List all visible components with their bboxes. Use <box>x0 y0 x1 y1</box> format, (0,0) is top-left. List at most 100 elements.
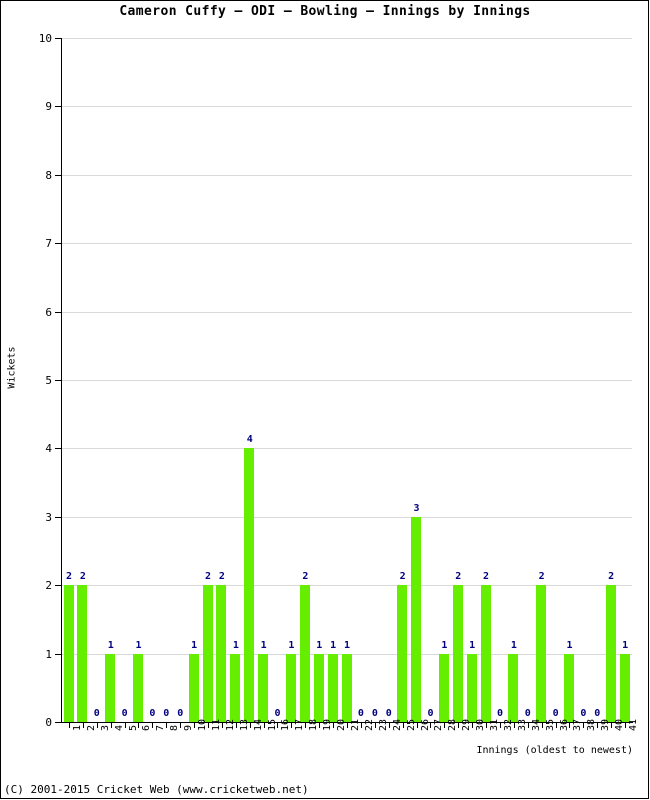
bar[interactable] <box>605 585 616 722</box>
bar-slot[interactable]: 0 <box>145 38 159 722</box>
bar-slot[interactable]: 4 <box>243 38 257 722</box>
x-axis-tick-label: 17 <box>294 718 306 731</box>
bar-slot[interactable]: 0 <box>368 38 382 722</box>
bar-slot[interactable]: 0 <box>354 38 368 722</box>
bar-slot[interactable]: 0 <box>159 38 173 722</box>
bar-slot[interactable]: 1 <box>465 38 479 722</box>
bar-slot[interactable]: 0 <box>118 38 132 722</box>
bar-slot[interactable]: 0 <box>271 38 285 722</box>
bar[interactable] <box>244 448 255 722</box>
bar-slot[interactable]: 2 <box>62 38 76 722</box>
bar[interactable] <box>105 653 116 722</box>
bar-slot[interactable]: 0 <box>590 38 604 722</box>
bar-slot[interactable]: 2 <box>479 38 493 722</box>
x-axis-tick-label: 40 <box>614 718 626 731</box>
y-axis-tick-label: 7 <box>45 237 52 251</box>
bar-slot[interactable]: 1 <box>284 38 298 722</box>
bar-slot[interactable]: 2 <box>451 38 465 722</box>
bar[interactable] <box>563 653 574 722</box>
bar[interactable] <box>536 585 547 722</box>
bar[interactable] <box>480 585 491 722</box>
bar-slot[interactable]: 1 <box>132 38 146 722</box>
bar-slot[interactable]: 2 <box>76 38 90 722</box>
bar-slot[interactable]: 1 <box>187 38 201 722</box>
bar-slot[interactable]: 1 <box>326 38 340 722</box>
bar[interactable] <box>466 653 477 722</box>
x-axis-tick <box>291 723 292 728</box>
bar-slot[interactable]: 0 <box>423 38 437 722</box>
bar[interactable] <box>619 653 630 722</box>
y-axis-tick-label: 1 <box>45 647 52 661</box>
x-axis-tick <box>305 723 306 728</box>
x-axis-tick-label: 29 <box>461 718 473 731</box>
bar[interactable] <box>508 653 519 722</box>
x-axis-tick-label: 9 <box>183 724 195 731</box>
y-axis-tick <box>55 448 62 450</box>
bar[interactable] <box>397 585 408 722</box>
bar[interactable] <box>63 585 74 722</box>
bar-slot[interactable]: 1 <box>340 38 354 722</box>
x-axis-tick <box>597 723 598 728</box>
bar[interactable] <box>216 585 227 722</box>
bar-slot[interactable]: 2 <box>201 38 215 722</box>
bar[interactable] <box>133 653 143 722</box>
bar[interactable] <box>77 585 88 722</box>
x-axis-tick <box>611 723 612 728</box>
bar-slot[interactable]: 0 <box>549 38 563 722</box>
bar[interactable] <box>452 585 463 722</box>
bar-slot[interactable]: 2 <box>215 38 229 722</box>
bar-slot[interactable]: 1 <box>104 38 118 722</box>
bar-slot[interactable]: 2 <box>298 38 312 722</box>
x-axis-tick-label: 12 <box>224 718 236 731</box>
y-axis-tick <box>55 516 62 518</box>
bar-slot[interactable]: 3 <box>410 38 424 722</box>
bar-slot[interactable]: 1 <box>437 38 451 722</box>
bar[interactable] <box>341 653 352 722</box>
bar-slot[interactable]: 0 <box>493 38 507 722</box>
x-axis-tick <box>347 723 348 728</box>
bar-slot[interactable]: 1 <box>257 38 271 722</box>
x-axis-tick-label: 3 <box>99 724 111 731</box>
x-axis-tick-label: 13 <box>238 718 250 731</box>
bar[interactable] <box>258 653 269 722</box>
bar[interactable] <box>202 585 213 722</box>
x-axis-tick-label: 31 <box>489 718 501 731</box>
bar-slot[interactable]: 1 <box>618 38 632 722</box>
bar[interactable] <box>285 653 296 722</box>
bar-slot[interactable]: 1 <box>229 38 243 722</box>
x-axis-tick-label: 18 <box>308 718 320 731</box>
bar-slot[interactable]: 0 <box>90 38 104 722</box>
bar[interactable] <box>438 653 449 722</box>
y-axis-tick-label: 10 <box>38 32 52 45</box>
x-axis-tick-label: 24 <box>391 718 403 731</box>
bar[interactable] <box>411 516 422 722</box>
x-axis-tick-label: 4 <box>113 724 125 731</box>
x-axis-tick <box>556 723 557 728</box>
bar[interactable] <box>327 653 338 722</box>
bar-slot[interactable]: 2 <box>396 38 410 722</box>
bar-slot[interactable]: 1 <box>312 38 326 722</box>
bar-slot[interactable]: 0 <box>382 38 396 722</box>
x-axis-tick-label: 21 <box>350 718 361 731</box>
bar-slot[interactable]: 0 <box>173 38 187 722</box>
bar-slot[interactable]: 0 <box>521 38 535 722</box>
x-axis-tick-label: 1 <box>71 724 83 731</box>
bar[interactable] <box>230 653 241 722</box>
bar-slot[interactable]: 2 <box>604 38 618 722</box>
bar-slot[interactable]: 1 <box>562 38 576 722</box>
x-axis-tick <box>166 723 167 728</box>
copyright-notice: (C) 2001-2015 Cricket Web (www.cricketwe… <box>4 783 309 796</box>
bar-slot[interactable]: 2 <box>535 38 549 722</box>
x-axis-tick <box>97 723 98 728</box>
x-axis-tick-label: 14 <box>252 718 264 731</box>
x-axis-tick <box>389 723 390 728</box>
bar[interactable] <box>313 653 324 722</box>
bar-slot[interactable]: 0 <box>576 38 590 722</box>
y-axis-title: Wickets <box>6 346 18 389</box>
bar-slot[interactable]: 1 <box>507 38 521 722</box>
bar[interactable] <box>188 653 199 722</box>
x-axis-tick-label: 7 <box>155 724 167 731</box>
x-axis-tick <box>277 723 278 728</box>
bar[interactable] <box>299 585 310 722</box>
y-axis-tick <box>55 174 62 176</box>
